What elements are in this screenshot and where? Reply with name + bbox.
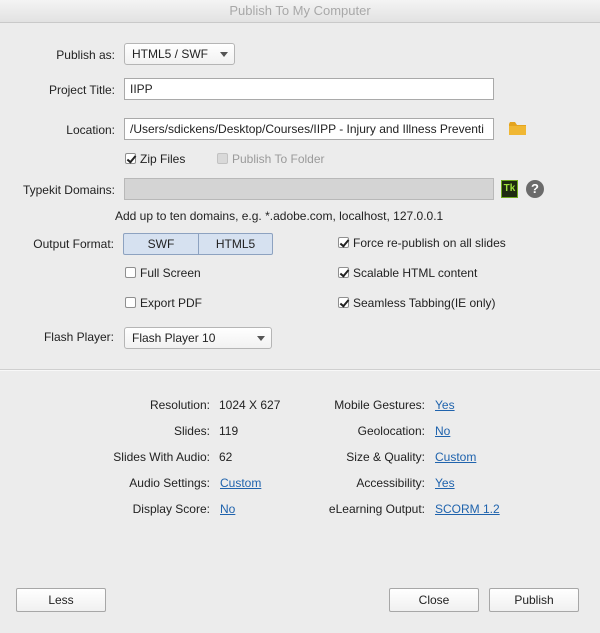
folder-icon[interactable] <box>509 122 526 135</box>
zip-files-label: Zip Files <box>140 152 186 166</box>
chevron-down-icon <box>220 52 228 57</box>
accessibility-link[interactable]: Yes <box>435 476 455 490</box>
scalable-html-label: Scalable HTML content <box>353 266 478 280</box>
publish-to-folder-checkbox[interactable] <box>217 153 228 164</box>
export-pdf-checkbox[interactable] <box>125 297 136 308</box>
summary-label: Audio Settings: <box>129 476 210 490</box>
geolocation-link[interactable]: No <box>435 424 450 438</box>
less-button[interactable]: Less <box>16 588 106 612</box>
flash-player-label: Flash Player: <box>43 330 114 344</box>
scalable-html-checkbox[interactable] <box>338 267 349 278</box>
seamless-tabbing-label: Seamless Tabbing(IE only) <box>353 296 496 310</box>
publish-as-label: Publish as: <box>56 48 115 62</box>
typekit-hint: Add up to ten domains, e.g. *.adobe.com,… <box>115 209 444 223</box>
project-title-label: Project Title: <box>48 83 115 97</box>
project-title-input[interactable]: IIPP <box>124 78 494 100</box>
section-divider-highlight <box>0 370 600 371</box>
summary-label: Resolution: <box>149 398 210 412</box>
output-format-html5-button[interactable]: HTML5 <box>198 233 273 255</box>
summary-label: eLearning Output: <box>328 502 425 516</box>
summary-label: Mobile Gestures: <box>334 398 425 412</box>
chevron-down-icon <box>257 336 265 341</box>
flash-player-select[interactable]: Flash Player 10 <box>124 327 272 349</box>
summary-label: Slides With Audio: <box>113 450 210 464</box>
typekit-label: Typekit Domains: <box>22 183 115 197</box>
location-label: Location: <box>66 123 115 137</box>
publish-as-select[interactable]: HTML5 / SWF <box>124 43 235 65</box>
close-button[interactable]: Close <box>389 588 479 612</box>
summary-label: Accessibility: <box>356 476 425 490</box>
audio-settings-link[interactable]: Custom <box>220 476 261 490</box>
typekit-icon[interactable]: Tk <box>501 180 518 198</box>
seamless-tabbing-checkbox[interactable] <box>338 297 349 308</box>
help-icon[interactable]: ? <box>526 180 544 198</box>
force-republish-label: Force re-publish on all slides <box>353 236 506 250</box>
summary-value: 1024 X 627 <box>219 398 281 412</box>
publish-to-folder-label: Publish To Folder <box>232 152 325 166</box>
publish-button[interactable]: Publish <box>489 588 579 612</box>
display-score-link[interactable]: No <box>220 502 235 516</box>
output-format-label: Output Format: <box>33 237 114 251</box>
summary-value: 119 <box>219 424 239 438</box>
summary-value: 62 <box>219 450 233 464</box>
full-screen-label: Full Screen <box>140 266 201 280</box>
summary-label: Size & Quality: <box>346 450 425 464</box>
output-format-swf-button[interactable]: SWF <box>123 233 199 255</box>
flash-player-value: Flash Player 10 <box>132 331 216 345</box>
zip-files-checkbox[interactable] <box>125 153 136 164</box>
summary-label: Slides: <box>173 424 210 438</box>
typekit-domains-input[interactable] <box>124 178 494 200</box>
full-screen-checkbox[interactable] <box>125 267 136 278</box>
summary-label: Geolocation: <box>357 424 425 438</box>
export-pdf-label: Export PDF <box>140 296 203 310</box>
location-input[interactable]: /Users/sdickens/Desktop/Courses/IIPP - I… <box>124 118 494 140</box>
force-republish-checkbox[interactable] <box>338 237 349 248</box>
publish-as-value: HTML5 / SWF <box>132 47 209 61</box>
summary-label: Display Score: <box>132 502 210 516</box>
size-quality-link[interactable]: Custom <box>435 450 476 464</box>
elearning-output-link[interactable]: SCORM 1.2 <box>435 502 500 516</box>
mobile-gestures-link[interactable]: Yes <box>435 398 455 412</box>
window-title: Publish To My Computer <box>0 0 600 23</box>
